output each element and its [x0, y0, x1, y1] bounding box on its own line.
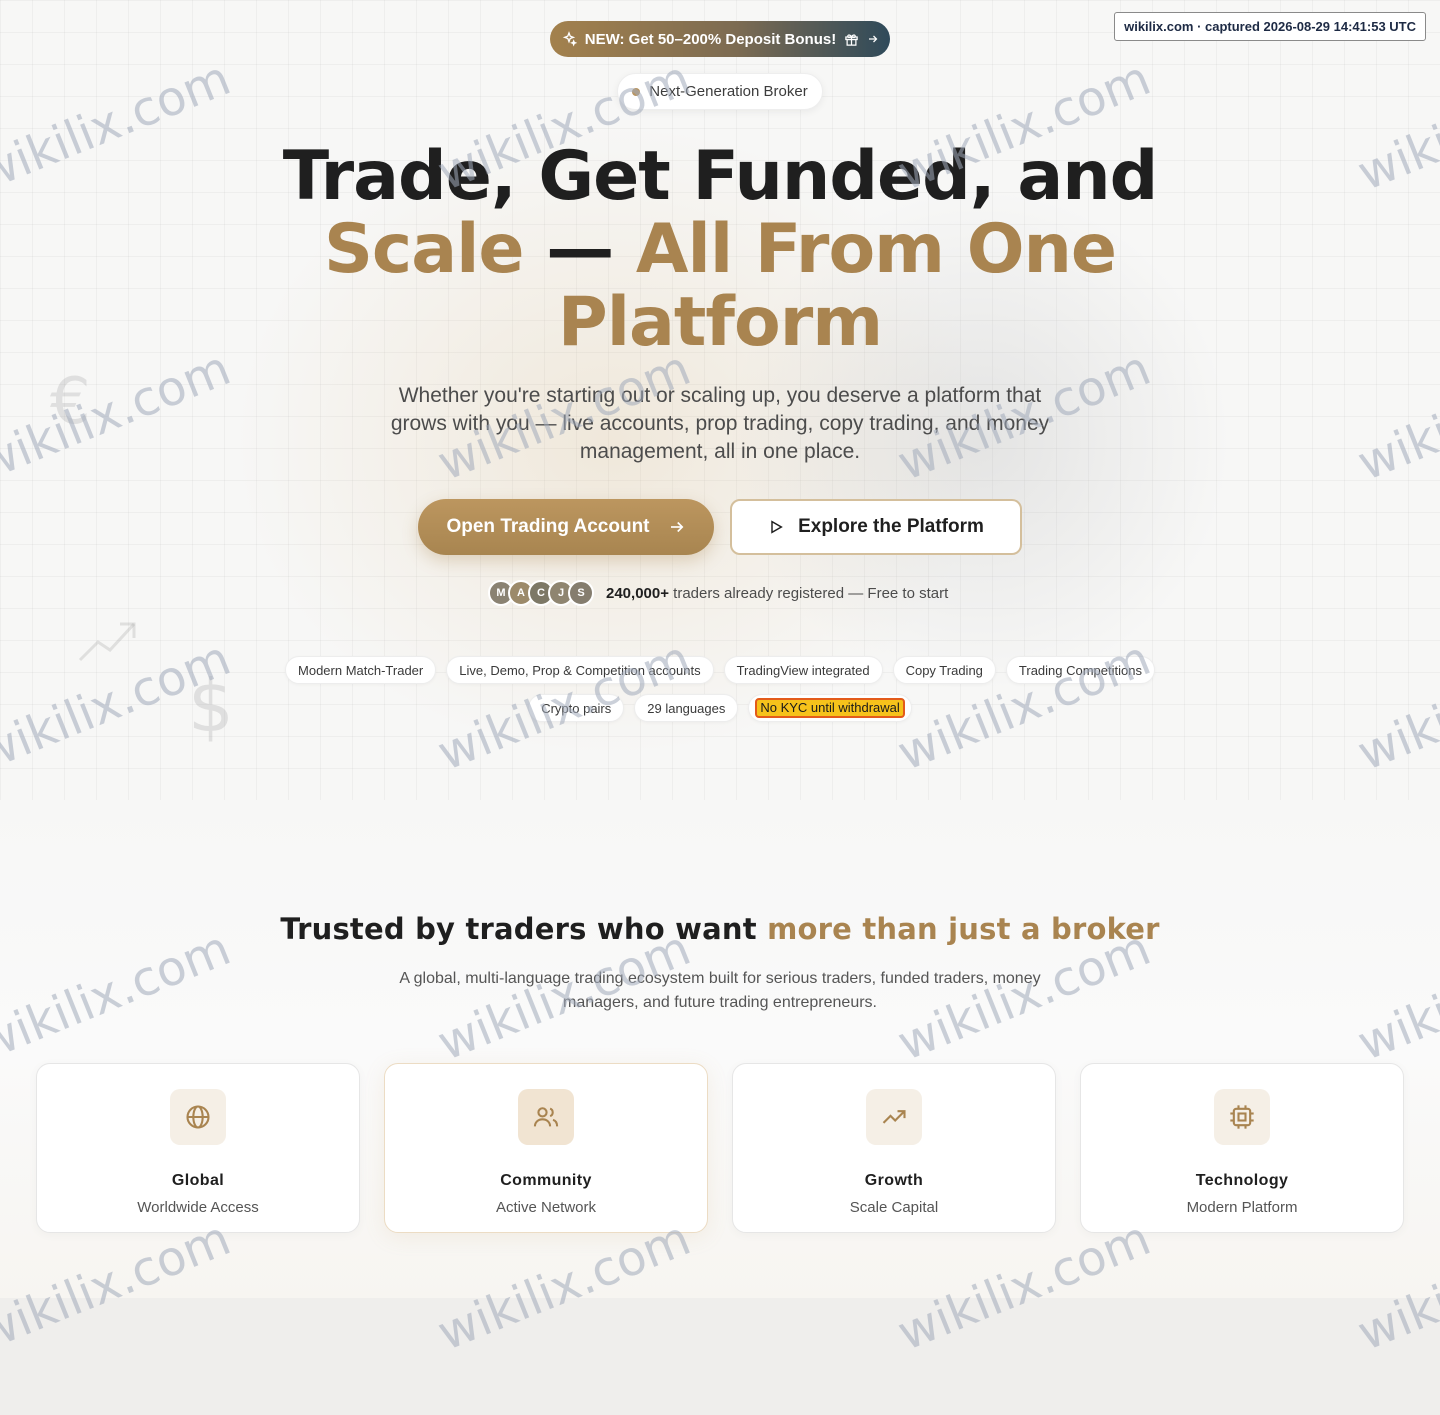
- users-icon: [533, 1107, 559, 1127]
- explore-platform-button[interactable]: Explore the Platform: [730, 499, 1022, 555]
- feature-chips-row1: Modern Match-Trader Live, Demo, Prop & C…: [0, 656, 1440, 684]
- card-title: Technology: [1195, 1172, 1289, 1189]
- explore-platform-label: Explore the Platform: [798, 516, 984, 537]
- feature-chip: Copy Trading: [892, 656, 996, 684]
- card-title: Growth: [864, 1172, 924, 1189]
- hero-title-platform: Platform: [557, 283, 883, 362]
- feature-chip-highlighted: No KYC until withdrawal: [748, 694, 912, 722]
- trust-section-subtitle: A global, multi-language trading ecosyst…: [399, 970, 1041, 1011]
- social-proof-text: 240,000+ traders already registered — Fr…: [606, 585, 948, 602]
- feature-card-growth: Growth Scale Capital: [732, 1063, 1056, 1233]
- social-proof-caption: traders already registered — Free to sta…: [668, 584, 949, 602]
- capture-timestamp: wikilix.com · captured 2026-08-29 14:41:…: [1114, 12, 1426, 41]
- card-title: Community: [500, 1172, 592, 1189]
- feature-chip: Trading Competitions: [1005, 656, 1155, 684]
- no-kyc-highlight: No KYC until withdrawal: [755, 698, 905, 718]
- play-icon: [771, 520, 783, 534]
- card-subtitle: Worldwide Access: [137, 1199, 259, 1216]
- arrow-right-icon: [869, 35, 878, 43]
- next-generation-badge: Next-Generation Broker: [617, 73, 823, 110]
- gift-icon: [845, 33, 858, 46]
- feature-chips-row2: Crypto pairs 29 languages No KYC until w…: [0, 694, 1440, 722]
- avatar: S: [568, 580, 594, 606]
- deposit-bonus-label: NEW: Get 50–200% Deposit Bonus!: [584, 30, 837, 48]
- card-subtitle: Scale Capital: [849, 1199, 939, 1216]
- feature-card-global: Global Worldwide Access: [36, 1063, 360, 1233]
- feature-chip: TradingView integrated: [723, 656, 883, 684]
- hero-title: Trade, Get Funded, and Scale — All From …: [220, 140, 1220, 359]
- sparkles-icon: [562, 31, 577, 47]
- feature-card-community: Community Active Network: [384, 1063, 708, 1233]
- open-trading-account-label: Open Trading Account: [446, 516, 650, 537]
- globe-icon: [186, 1105, 210, 1129]
- hero-title-all-from-one: All From One: [635, 210, 1117, 289]
- feature-card-technology: Technology Modern Platform: [1080, 1063, 1404, 1233]
- cpu-chip-icon: [1230, 1105, 1254, 1129]
- footer-band: [0, 1298, 1440, 1415]
- hero-title-line1: Trade, Get Funded, and: [282, 137, 1159, 216]
- feature-chip: Live, Demo, Prop & Competition accounts: [446, 656, 714, 684]
- card-title: Global: [171, 1172, 225, 1189]
- avatar-stack: M A C J S: [488, 580, 594, 606]
- hero-title-dash: —: [523, 210, 636, 289]
- hero-subtitle: Whether you're starting out or scaling u…: [390, 384, 1050, 463]
- trust-title-gold: more than just a broker: [767, 912, 1160, 946]
- social-proof: M A C J S 240,000+ traders already regis…: [488, 578, 968, 608]
- deposit-bonus-banner[interactable]: NEW: Get 50–200% Deposit Bonus!: [550, 21, 890, 57]
- card-icon-box: [170, 1089, 226, 1145]
- card-subtitle: Active Network: [495, 1199, 597, 1216]
- euro-decor-icon: €: [50, 365, 91, 439]
- hero-title-scale: Scale: [323, 210, 525, 289]
- trader-count: 240,000+: [606, 584, 669, 602]
- badge-label: Next-Generation Broker: [649, 83, 808, 100]
- card-icon-box: [866, 1089, 922, 1145]
- card-icon-box: [1214, 1089, 1270, 1145]
- open-trading-account-button[interactable]: Open Trading Account: [418, 499, 714, 555]
- status-dot: [632, 87, 641, 96]
- trust-section-title: Trusted by traders who want more than ju…: [220, 912, 1220, 946]
- trending-up-icon: [882, 1110, 906, 1124]
- card-subtitle: Modern Platform: [1186, 1199, 1298, 1216]
- arrow-right-icon: [670, 521, 683, 533]
- feature-chip: Crypto pairs: [528, 694, 625, 722]
- card-icon-box: [518, 1089, 574, 1145]
- feature-chip: 29 languages: [634, 694, 739, 722]
- feature-chip: Modern Match-Trader: [285, 656, 437, 684]
- trust-title-plain: Trusted by traders who want: [280, 912, 768, 946]
